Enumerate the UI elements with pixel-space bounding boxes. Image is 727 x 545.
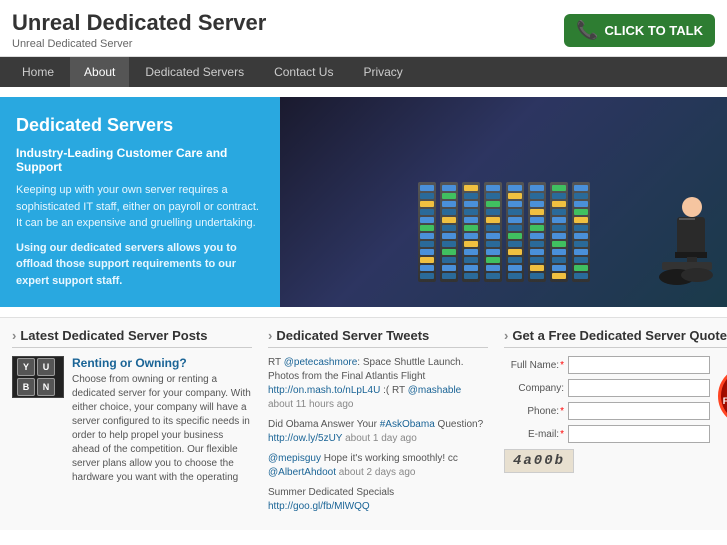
tweets-heading-text: Dedicated Server Tweets bbox=[276, 328, 429, 343]
server-rack-3 bbox=[462, 182, 480, 282]
server-racks bbox=[418, 122, 590, 282]
posts-section: Latest Dedicated Server Posts Y U B N Re… bbox=[12, 328, 252, 520]
hero-image-bg bbox=[280, 97, 727, 307]
tweet-3: @mepisguy Hope it's working smoothly! cc… bbox=[268, 452, 488, 480]
site-title: Unreal Dedicated Server bbox=[12, 10, 266, 36]
required-marker: * bbox=[560, 360, 564, 371]
key-y: Y bbox=[17, 358, 35, 376]
site-branding: Unreal Dedicated Server Unreal Dedicated… bbox=[12, 10, 266, 50]
person-illustration bbox=[637, 187, 717, 307]
main-content: Latest Dedicated Server Posts Y U B N Re… bbox=[0, 317, 727, 530]
click-to-talk-button[interactable]: 📞 CLICK TO TALK bbox=[564, 14, 715, 47]
captcha-image: 4a00b bbox=[504, 449, 574, 473]
site-subtitle: Unreal Dedicated Server bbox=[12, 38, 266, 50]
server-rack-7 bbox=[550, 182, 568, 282]
required-marker-email: * bbox=[560, 429, 564, 440]
hero-text-panel: Dedicated Servers Industry-Leading Custo… bbox=[0, 97, 280, 307]
hero-title: Dedicated Servers bbox=[16, 115, 264, 136]
post-title[interactable]: Renting or Owning? bbox=[72, 356, 252, 370]
quote-section: Get a Free Dedicated Server Quote Now! F… bbox=[504, 328, 727, 520]
hero-tagline: Industry-Leading Customer Care and Suppo… bbox=[16, 146, 264, 174]
nav-home[interactable]: Home bbox=[8, 57, 68, 87]
nav-about[interactable]: About bbox=[70, 57, 129, 87]
tweet-1: RT @petecashmore: Space Shuttle Launch. … bbox=[268, 356, 488, 412]
tweet-time-1: about 11 hours ago bbox=[268, 399, 353, 410]
tweet-link-2[interactable]: http://ow.ly/5zUY bbox=[268, 433, 342, 444]
post-content: Renting or Owning? Choose from owning or… bbox=[72, 356, 252, 485]
key-icons: Y U B N bbox=[16, 357, 60, 397]
tweets-heading: Dedicated Server Tweets bbox=[268, 328, 488, 348]
hero-body1: Keeping up with your own server requires… bbox=[16, 182, 264, 232]
key-b: B bbox=[17, 378, 35, 396]
server-rack-5 bbox=[506, 182, 524, 282]
hero-image-panel bbox=[280, 97, 727, 307]
server-rack-1 bbox=[418, 182, 436, 282]
tweet-4: Summer Dedicated Specials http://goo.gl/… bbox=[268, 486, 488, 514]
form-row-fullname: Full Name:* bbox=[504, 356, 710, 374]
tweet-link-1[interactable]: http://on.mash.to/nLpL4U bbox=[268, 385, 380, 396]
input-company[interactable] bbox=[568, 379, 710, 397]
hero-banner: Dedicated Servers Industry-Leading Custo… bbox=[0, 97, 727, 307]
key-n: N bbox=[37, 378, 55, 396]
tweet-handle-1[interactable]: @petecashmore bbox=[284, 357, 358, 368]
server-rack-6 bbox=[528, 182, 546, 282]
nav-contact-us[interactable]: Contact Us bbox=[260, 57, 347, 87]
tweet-time-2: about 1 day ago bbox=[345, 433, 417, 444]
click-to-talk-label: CLICK TO TALK bbox=[605, 23, 703, 38]
post-item: Y U B N Renting or Owning? Choose from o… bbox=[12, 356, 252, 485]
nav-privacy[interactable]: Privacy bbox=[349, 57, 416, 87]
tweet-2: Did Obama Answer Your #AskObama Question… bbox=[268, 418, 488, 446]
post-image: Y U B N bbox=[12, 356, 64, 398]
form-row-phone: Phone:* bbox=[504, 402, 710, 420]
form-row-company: Company: bbox=[504, 379, 710, 397]
tweet-handle-mepisguy[interactable]: @mepisguy bbox=[268, 453, 321, 464]
tweet-hashtag-askobama[interactable]: #AskObama bbox=[380, 419, 435, 430]
required-marker-phone: * bbox=[560, 406, 564, 417]
posts-heading: Latest Dedicated Server Posts bbox=[12, 328, 252, 348]
phone-icon: 📞 bbox=[576, 20, 598, 41]
captcha-area: 4a00b bbox=[504, 449, 710, 473]
quote-form-fields: Full Name:* Company: Phone:* E-mail:* 4a… bbox=[504, 356, 710, 473]
input-fullname[interactable] bbox=[568, 356, 710, 374]
label-phone: Phone:* bbox=[504, 406, 564, 417]
quote-heading: Get a Free Dedicated Server Quote Now! bbox=[504, 328, 727, 348]
key-u: U bbox=[37, 358, 55, 376]
hero-body2: Using our dedicated servers allows you t… bbox=[16, 240, 264, 290]
server-rack-4 bbox=[484, 182, 502, 282]
form-row-email: E-mail:* bbox=[504, 425, 710, 443]
header: Unreal Dedicated Server Unreal Dedicated… bbox=[0, 0, 727, 57]
tweet-handle-mashable[interactable]: @mashable bbox=[408, 385, 462, 396]
tweet-handle-albert[interactable]: @AlbertAhdoot bbox=[268, 467, 336, 478]
nav-dedicated-servers[interactable]: Dedicated Servers bbox=[131, 57, 258, 87]
server-rack-2 bbox=[440, 182, 458, 282]
input-email[interactable] bbox=[568, 425, 710, 443]
main-nav: Home About Dedicated Servers Contact Us … bbox=[0, 57, 727, 87]
server-rack-8 bbox=[572, 182, 590, 282]
input-phone[interactable] bbox=[568, 402, 710, 420]
label-company: Company: bbox=[504, 383, 564, 394]
tweet-link-4[interactable]: http://goo.gl/fb/MlWQQ bbox=[268, 501, 370, 512]
label-fullname: Full Name:* bbox=[504, 360, 564, 371]
tweet-time-3: about 2 days ago bbox=[339, 467, 416, 478]
post-body: Choose from owning or renting a dedicate… bbox=[72, 373, 252, 485]
posts-heading-text: Latest Dedicated Server Posts bbox=[20, 328, 207, 343]
request-quote-button[interactable]: Request a Free Quote! bbox=[718, 366, 727, 426]
tweets-section: Dedicated Server Tweets RT @petecashmore… bbox=[268, 328, 488, 520]
quote-heading-text: Get a Free Dedicated Server Quote Now! bbox=[512, 328, 727, 343]
label-email: E-mail:* bbox=[504, 429, 564, 440]
quote-form-area: Full Name:* Company: Phone:* E-mail:* 4a… bbox=[504, 356, 727, 473]
